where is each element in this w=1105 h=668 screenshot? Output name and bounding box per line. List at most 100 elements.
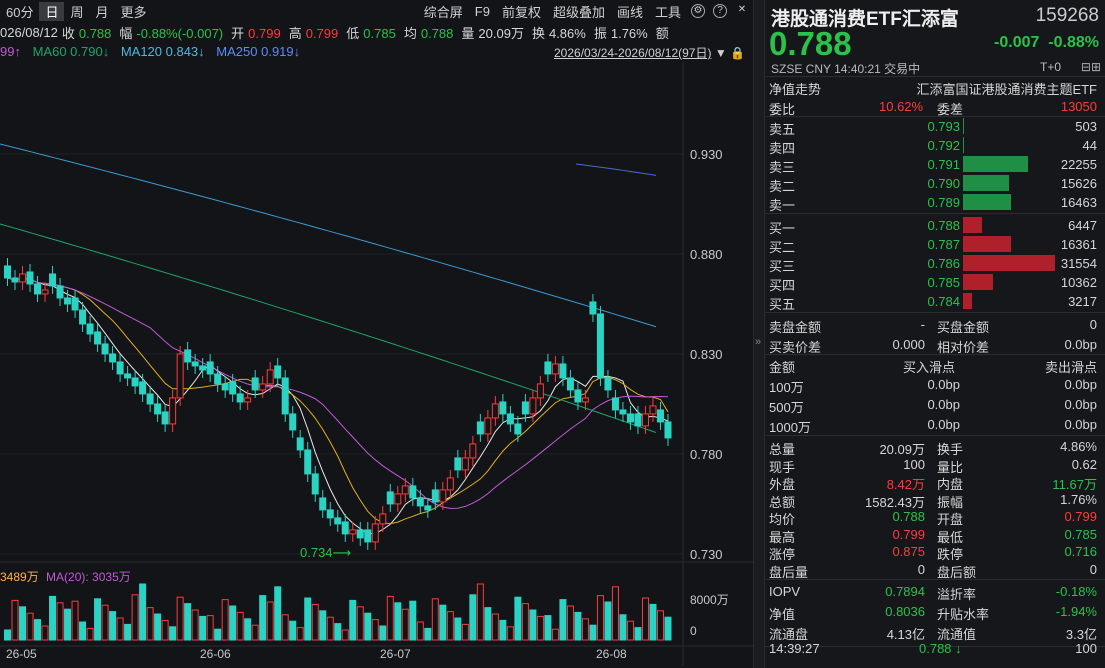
candle-body bbox=[206, 361, 214, 375]
bid-row: 买一 0.788 6447 bbox=[765, 215, 1105, 236]
candle-body bbox=[251, 377, 259, 391]
turn-value: 4.86% bbox=[548, 25, 586, 41]
candle-body bbox=[341, 521, 349, 535]
period-more[interactable]: 更多 bbox=[115, 2, 153, 21]
tool-f9[interactable]: F9 bbox=[469, 4, 496, 19]
bid-depth-bar bbox=[963, 217, 982, 233]
candle-body bbox=[274, 365, 282, 379]
stat-value-2: 0.785 bbox=[1064, 526, 1097, 542]
candle-body bbox=[116, 361, 124, 375]
candle-body bbox=[281, 377, 289, 415]
period-month[interactable]: 月 bbox=[90, 2, 115, 21]
close-icon[interactable]: ✕ bbox=[735, 4, 749, 18]
y-axis: 0.930 0.880 0.830 0.780 0.730 bbox=[690, 147, 723, 562]
period-week[interactable]: 周 bbox=[64, 2, 89, 21]
tool-tools[interactable]: 工具 bbox=[649, 2, 687, 21]
chart-panel[interactable]: 60分 日 周 月 更多 综合屏 F9 前复权 超级叠加 画线 工具 ⚙ ? ✕… bbox=[0, 0, 753, 668]
slippage-row: 500万 0.0bp 0.0bp bbox=[765, 394, 1105, 415]
y-tick-label: 0.930 bbox=[690, 147, 723, 162]
amp-value: -0.88%(-0.007) bbox=[136, 25, 224, 41]
amt-label: 额 bbox=[655, 25, 669, 41]
gear-icon[interactable]: ⚙ bbox=[691, 4, 705, 18]
nav-row[interactable]: 净值走势 汇添富国证港股通消费主题ETF bbox=[765, 76, 1105, 97]
panel-collapse-handle[interactable]: » bbox=[753, 0, 765, 668]
layout-icons[interactable]: ⊟⊞ bbox=[1081, 60, 1101, 74]
candle-body bbox=[304, 449, 312, 475]
candle-body bbox=[41, 289, 49, 295]
candle-body bbox=[11, 277, 19, 283]
tool-draw[interactable]: 画线 bbox=[611, 2, 649, 21]
volume-bar bbox=[281, 614, 289, 641]
volume-bar bbox=[379, 625, 387, 641]
candle-body bbox=[49, 273, 57, 287]
bid-price: 0.787 bbox=[927, 237, 960, 252]
candle-body bbox=[611, 397, 619, 411]
ma250-line bbox=[575, 163, 657, 176]
volume-bar bbox=[341, 629, 349, 641]
volume-bar bbox=[289, 620, 297, 641]
candle-body bbox=[604, 377, 612, 391]
dropdown-icon[interactable]: ▼ bbox=[715, 46, 727, 60]
candle-body bbox=[244, 397, 252, 403]
slip-buy: 0.0bp bbox=[927, 417, 960, 432]
candle-body bbox=[491, 403, 499, 419]
volume-bar bbox=[649, 603, 657, 641]
pan-row: 卖盘金额 - 买盘金额 0 bbox=[765, 314, 1105, 335]
stat-label-2: 盘后额 bbox=[937, 564, 977, 580]
stat-value: 0.7894 bbox=[885, 584, 925, 599]
stat-label: 盘后量 bbox=[769, 564, 809, 580]
stat-value-2: 0.716 bbox=[1064, 544, 1097, 559]
volume-bar bbox=[64, 608, 72, 641]
candle-body bbox=[124, 373, 132, 379]
sell-amount-value: - bbox=[920, 317, 925, 332]
volume-bar bbox=[476, 583, 484, 641]
candle-body bbox=[79, 309, 87, 325]
tool-adjust[interactable]: 前复权 bbox=[496, 2, 547, 21]
period-day[interactable]: 日 bbox=[39, 1, 65, 21]
vol-value: 20.09万 bbox=[478, 25, 524, 41]
candle-body bbox=[581, 397, 589, 403]
swing-label: 振 bbox=[593, 25, 607, 41]
candle-body bbox=[296, 437, 304, 451]
bid-price: 0.784 bbox=[927, 294, 960, 309]
volume-bar bbox=[86, 627, 94, 641]
candle-body bbox=[544, 361, 552, 375]
volume-ma: MA(20): 3035万 bbox=[46, 570, 131, 584]
quote-panel: 港股通消费ETF汇添富 159268 0.788 -0.007 -0.88% S… bbox=[765, 0, 1105, 668]
stat-label: IOPV bbox=[769, 584, 801, 599]
open-value: 0.799 bbox=[248, 25, 281, 41]
candle-body bbox=[596, 313, 604, 379]
tool-overlay[interactable]: 超级叠加 bbox=[547, 2, 611, 21]
ma-legend: 99↑ MA60 0.790↓ MA120 0.843↓ MA250 0.919… bbox=[0, 44, 300, 62]
candle-body bbox=[154, 403, 162, 415]
stat-value-2: 1.76% bbox=[1060, 491, 1097, 507]
tool-composite[interactable]: 综合屏 bbox=[418, 2, 469, 21]
volume-bar bbox=[499, 619, 507, 641]
slip-sell: 0.0bp bbox=[1064, 397, 1097, 412]
ask-depth-bar bbox=[963, 175, 1009, 191]
chart-toolbar: 60分 日 周 月 更多 综合屏 F9 前复权 超级叠加 画线 工具 ⚙ ? ✕ bbox=[0, 0, 753, 22]
period-60min[interactable]: 60分 bbox=[0, 2, 39, 21]
date-range[interactable]: 2026/03/24-2026/08/12(97日) ▼ 🔒 bbox=[554, 44, 745, 61]
stat-value-2: 4.86% bbox=[1060, 439, 1097, 454]
volume-bar bbox=[521, 603, 529, 641]
ma20-line bbox=[7, 277, 669, 509]
ma120-label: MA120 0.843↓ bbox=[120, 44, 205, 59]
candle-body bbox=[379, 513, 387, 525]
candle-body bbox=[536, 383, 544, 399]
collapse-icon[interactable]: » bbox=[755, 336, 761, 348]
candle-body bbox=[386, 491, 394, 505]
volume-bar bbox=[19, 606, 27, 641]
volume-bar bbox=[431, 598, 439, 641]
volume-bar bbox=[439, 604, 447, 641]
volume-bar bbox=[199, 615, 207, 641]
change-value: -0.007 bbox=[994, 34, 1040, 51]
volume-bar bbox=[79, 621, 87, 641]
help-icon[interactable]: ? bbox=[713, 4, 727, 18]
ask-row: 卖五 0.793 503 bbox=[765, 116, 1105, 137]
lock-icon[interactable]: 🔒 bbox=[730, 46, 745, 60]
volume-bar bbox=[536, 615, 544, 641]
candle-body bbox=[214, 373, 222, 385]
volume-bar bbox=[94, 598, 102, 641]
bid-volume: 16361 bbox=[1060, 237, 1097, 252]
